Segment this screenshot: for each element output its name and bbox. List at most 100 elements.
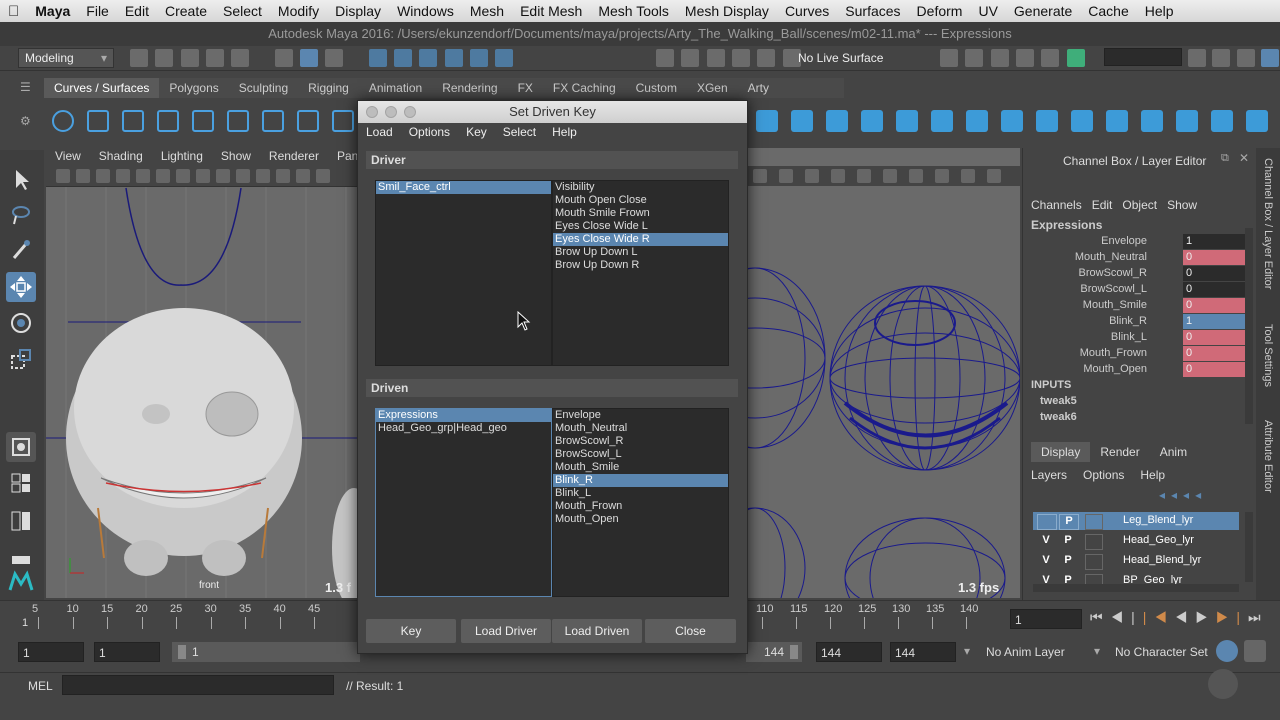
driver-attribute-item[interactable]: Eyes Close Wide R [553, 233, 728, 246]
attribute-row[interactable]: Mouth_Smile 0 [1023, 298, 1245, 314]
shelf-tab-sculpting[interactable]: Sculpting [229, 78, 298, 98]
menu-generate[interactable]: Generate [1006, 3, 1080, 19]
apple-icon[interactable]:  [0, 3, 27, 20]
save-scene-icon[interactable] [180, 49, 199, 67]
script-editor-icon[interactable] [1208, 669, 1238, 699]
driver-attribute-item[interactable]: Eyes Close Wide L [553, 220, 728, 233]
close-window-icon[interactable] [366, 106, 378, 118]
ipr-render-icon[interactable] [965, 49, 984, 67]
shelf-tool-icon[interactable] [1001, 110, 1023, 132]
rotate-tool-icon[interactable] [6, 308, 36, 338]
range-bar-handle-left[interactable] [178, 645, 186, 659]
shelf-tool-icon[interactable] [931, 110, 953, 132]
zoom-window-icon[interactable] [404, 106, 416, 118]
current-frame-field[interactable]: 1 [1010, 609, 1082, 629]
channel-menu-object[interactable]: Object [1122, 198, 1167, 212]
snap-surface-icon[interactable] [470, 49, 489, 67]
help-icon[interactable] [495, 49, 514, 67]
viewport-tool-icon[interactable] [156, 169, 170, 183]
viewport-tool-icon[interactable] [96, 169, 110, 183]
viewport-tool-icon[interactable] [857, 169, 871, 183]
attribute-row[interactable]: Mouth_Frown 0 [1023, 346, 1245, 362]
viewport-tool-icon[interactable] [909, 169, 923, 183]
driven-attribute-item[interactable]: Mouth_Smile [553, 461, 728, 474]
shelf-tab-polygons[interactable]: Polygons [159, 78, 228, 98]
viewport-perspective[interactable]: 1.3 fps [745, 148, 1020, 598]
side-tab-attribute-editor[interactable]: Attribute Editor [1262, 420, 1274, 493]
range-bar[interactable]: 1 [172, 642, 360, 662]
step-back-icon[interactable]: ◀| [1111, 609, 1143, 625]
layer-menu-help[interactable]: Help [1140, 468, 1181, 482]
menu-file[interactable]: File [78, 3, 117, 19]
viewport-tool-icon[interactable] [76, 169, 90, 183]
driver-attribute-item[interactable]: Visibility [553, 181, 728, 194]
char-set-chevron-icon[interactable]: ▾ [1094, 644, 1100, 658]
shelf-tool-icon[interactable] [861, 110, 883, 132]
shelf-tab-rendering[interactable]: Rendering [432, 78, 507, 98]
layer-menu-options[interactable]: Options [1083, 468, 1140, 482]
render-view-icon[interactable] [1041, 49, 1060, 67]
menu-edit-mesh[interactable]: Edit Mesh [512, 3, 590, 19]
menu-uv[interactable]: UV [970, 3, 1005, 19]
modeling-toolkit-icon[interactable] [1188, 49, 1206, 67]
shelf-tool-icon[interactable] [1211, 110, 1233, 132]
driver-attribute-item[interactable]: Mouth Smile Frown [553, 207, 728, 220]
layer-visibility-toggle[interactable]: V [1037, 534, 1055, 548]
layer-playback-toggle[interactable]: P [1059, 534, 1077, 548]
shelf-tab-curves-surfaces[interactable]: Curves / Surfaces [44, 78, 160, 98]
undo-icon[interactable] [206, 49, 225, 67]
attribute-value[interactable]: 0 [1183, 362, 1245, 377]
single-view-icon[interactable] [6, 432, 36, 462]
move-tool-icon[interactable] [6, 272, 36, 302]
layer-row[interactable]: V P Head_Geo_lyr [1033, 532, 1239, 550]
layer-list-hscrollbar[interactable] [1033, 584, 1239, 592]
key-button[interactable]: Key [366, 619, 456, 643]
history-icon[interactable] [681, 49, 700, 67]
layer-row[interactable]: P Leg_Blend_lyr [1033, 512, 1239, 530]
anim-layer-chevron-icon[interactable]: ▾ [964, 644, 970, 658]
driven-attribute-item[interactable]: Envelope [553, 409, 728, 422]
driver-object-list[interactable]: Smil_Face_ctrl [375, 180, 552, 366]
layer-row[interactable]: V P Head_Blend_lyr [1033, 552, 1239, 570]
open-scene-icon[interactable] [155, 49, 174, 67]
menu-modify[interactable]: Modify [270, 3, 327, 19]
shelf-menu-icon[interactable]: ☰ [20, 80, 34, 96]
attribute-row[interactable]: Mouth_Open 0 [1023, 362, 1245, 378]
layer-name[interactable]: Head_Geo_lyr [1123, 534, 1194, 546]
driver-section-header[interactable]: Driver [366, 151, 738, 169]
shelf-tab-custom[interactable]: Custom [626, 78, 687, 98]
step-back-key-icon[interactable]: |◀ [1143, 609, 1175, 625]
menu-cache[interactable]: Cache [1080, 3, 1136, 19]
attribute-value[interactable]: 0 [1183, 266, 1245, 281]
viewport-tool-icon[interactable] [196, 169, 210, 183]
driven-object-item[interactable]: Head_Geo_grp|Head_geo [376, 422, 551, 435]
menu-deform[interactable]: Deform [909, 3, 971, 19]
close-panel-icon[interactable]: ✕ [1239, 151, 1249, 165]
layer-visibility-toggle[interactable]: V [1037, 554, 1055, 568]
shelf-tool-icon[interactable] [332, 110, 354, 132]
render-frame-icon[interactable] [940, 49, 958, 67]
quick-select-field[interactable] [1104, 48, 1182, 66]
viewport-tool-icon[interactable] [987, 169, 1001, 183]
auto-key-icon[interactable] [1216, 640, 1238, 662]
shelf-tab-arty[interactable]: Arty [738, 78, 779, 98]
go-to-end-icon[interactable]: ⏭ [1248, 609, 1269, 625]
viewport-front[interactable]: front 1.3 f [46, 148, 358, 598]
layer-name[interactable]: Leg_Blend_lyr [1123, 514, 1193, 526]
script-language-label[interactable]: MEL [28, 679, 53, 693]
viewport-tool-icon[interactable] [216, 169, 230, 183]
preferences-icon[interactable] [1244, 640, 1266, 662]
attribute-row[interactable]: Blink_R 1 [1023, 314, 1245, 330]
driven-attribute-item[interactable]: BrowScowl_L [553, 448, 728, 461]
driven-attribute-list[interactable]: Envelope Mouth_Neutral BrowScowl_R BrowScow… [552, 408, 729, 597]
range-bar-handle-right[interactable] [790, 645, 798, 659]
driven-attribute-item[interactable]: Blink_L [553, 487, 728, 500]
viewport-tool-icon[interactable] [276, 169, 290, 183]
menu-select[interactable]: Select [215, 3, 270, 19]
driven-attribute-item[interactable]: Blink_R [553, 474, 728, 487]
channel-menu-channels[interactable]: Channels [1031, 198, 1092, 212]
viewport-tool-icon[interactable] [296, 169, 310, 183]
menu-app-maya[interactable]: Maya [27, 3, 78, 19]
viewport-menu-renderer[interactable]: Renderer [260, 148, 328, 166]
driven-object-item[interactable]: Expressions [376, 409, 551, 422]
